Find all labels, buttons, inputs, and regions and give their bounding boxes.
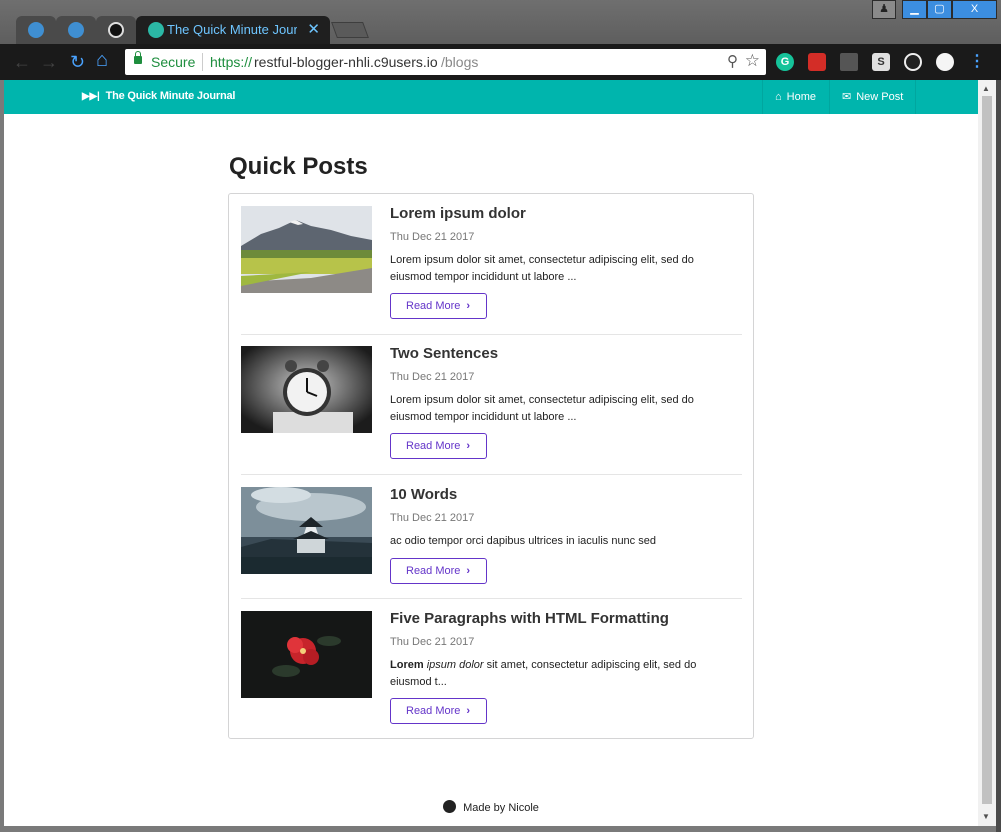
new-tab-button[interactable]: [331, 22, 369, 38]
read-more-label: Read More: [406, 705, 461, 717]
forward-icon[interactable]: →: [40, 52, 58, 72]
cloud-icon: [28, 22, 44, 38]
chevron-right-icon: ›: [466, 565, 470, 577]
url-path: /blogs: [441, 54, 479, 70]
summary-italic-text: ipsum dolor: [426, 659, 484, 671]
address-bar[interactable]: Secure https:// restful-blogger-nhli.c9u…: [125, 49, 766, 75]
s-extension-icon[interactable]: S: [872, 53, 890, 71]
tab-active[interactable]: The Quick Minute Journal ✕: [136, 16, 330, 44]
footer-text: Made by Nicole: [463, 802, 539, 814]
user-profile-icon[interactable]: ♟: [872, 0, 896, 19]
japanese-castle-photo: [241, 487, 372, 574]
page-title: Quick Posts: [229, 153, 368, 180]
read-more-label: Read More: [406, 565, 461, 577]
read-more-button[interactable]: Read More ›: [390, 698, 487, 724]
chevron-right-icon: ›: [466, 705, 470, 717]
post-title[interactable]: Five Paragraphs with HTML Formatting: [390, 610, 669, 627]
post-date: Thu Dec 21 2017: [390, 636, 475, 648]
post-summary: Lorem ipsum dolor sit amet, consectetur …: [390, 657, 730, 691]
post-title[interactable]: 10 Words: [390, 486, 457, 503]
back-icon[interactable]: ←: [13, 52, 31, 72]
maximize-button[interactable]: ▢: [927, 0, 952, 19]
close-window-button[interactable]: X: [952, 0, 997, 19]
home-nav-icon: ⌂: [775, 91, 782, 103]
nav-home[interactable]: ⌂ Home: [762, 80, 828, 114]
read-more-button[interactable]: Read More ›: [390, 558, 487, 584]
read-more-label: Read More: [406, 300, 461, 312]
circle-extension-icon[interactable]: [936, 53, 954, 71]
grammarly-icon[interactable]: G: [776, 53, 794, 71]
browser-titlebar: The Quick Minute Journal ✕ ♟ ▁ ▢ X: [0, 0, 1001, 44]
shield-extension-icon[interactable]: [904, 53, 922, 71]
post-date: Thu Dec 21 2017: [390, 512, 475, 524]
envelope-icon: ✉: [842, 91, 852, 103]
lock-icon: [134, 51, 142, 64]
scroll-up-icon[interactable]: ▲: [982, 84, 990, 93]
scroll-down-icon[interactable]: ▼: [982, 812, 990, 821]
red-flower-photo: [241, 611, 372, 698]
mountain-landscape-photo: [241, 206, 372, 293]
nav-new-post-label: New Post: [856, 91, 904, 103]
read-more-button[interactable]: Read More ›: [390, 433, 487, 459]
bookmark-star-icon[interactable]: ☆: [745, 51, 760, 71]
page-scrollbar[interactable]: ▲ ▼: [978, 80, 996, 826]
chevron-right-icon: ›: [466, 300, 470, 312]
web-page: ▶▶| The Quick Minute Journal ⌂ Home ✉ New P…: [4, 80, 978, 826]
fast-forward-icon: ▶▶|: [82, 91, 100, 102]
url-host: restful-blogger-nhli.c9users.io: [254, 54, 438, 70]
window-edge: [996, 80, 1001, 832]
address-separator: [202, 53, 203, 71]
japanese-castle-image: [241, 487, 372, 574]
mountain-landscape-image: [241, 206, 372, 293]
mail-icon[interactable]: [840, 53, 858, 71]
post-summary: Lorem ipsum dolor sit amet, consectetur …: [390, 394, 694, 423]
lastpass-icon[interactable]: [808, 53, 826, 71]
post-title[interactable]: Two Sentences: [390, 345, 498, 362]
github-icon: [108, 22, 124, 38]
tab-title: The Quick Minute Journal: [167, 22, 297, 37]
home-icon[interactable]: ⌂: [96, 50, 108, 70]
page-footer: Made by Nicole: [4, 800, 978, 814]
minimize-button[interactable]: ▁: [902, 0, 927, 19]
url-protocol: https://: [210, 54, 253, 70]
menu-icon[interactable]: ⋮: [968, 53, 986, 71]
red-flower-image: [241, 611, 372, 698]
divider: [241, 474, 742, 475]
zoom-icon[interactable]: ⚲: [727, 52, 738, 70]
scrollbar-thumb[interactable]: [982, 96, 992, 804]
nav-home-label: Home: [786, 91, 816, 103]
read-more-button[interactable]: Read More ›: [390, 293, 487, 319]
github-icon[interactable]: [443, 800, 457, 813]
chevron-right-icon: ›: [466, 440, 470, 452]
post-date: Thu Dec 21 2017: [390, 371, 475, 383]
post-summary: Lorem ipsum dolor sit amet, consectetur …: [390, 254, 694, 283]
brand-label: The Quick Minute Journal: [105, 90, 236, 102]
divider: [241, 334, 742, 335]
cloud-icon: [68, 22, 84, 38]
post-date: Thu Dec 21 2017: [390, 231, 475, 243]
site-navbar: ▶▶| The Quick Minute Journal ⌂ Home ✉ New P…: [4, 80, 978, 114]
alarm-clock-photo: [241, 346, 372, 433]
secure-label: Secure: [151, 54, 196, 70]
site-brand[interactable]: ▶▶| The Quick Minute Journal: [82, 90, 235, 102]
alarm-clock-image: [241, 346, 372, 433]
tab-cloud-2[interactable]: [56, 16, 96, 44]
post-summary: ac odio tempor orci dapibus ultrices in …: [390, 535, 656, 547]
tab-close-icon[interactable]: ✕: [307, 20, 320, 38]
reload-icon[interactable]: ↻: [70, 52, 85, 72]
site-favicon-icon: [148, 22, 164, 38]
nav-new-post[interactable]: ✉ New Post: [829, 80, 917, 114]
posts-list: Lorem ipsum dolor Thu Dec 21 2017 Lorem …: [228, 193, 754, 739]
divider: [241, 598, 742, 599]
tab-cloud-1[interactable]: [16, 16, 56, 44]
tab-github[interactable]: [96, 16, 136, 44]
post-title[interactable]: Lorem ipsum dolor: [390, 205, 526, 222]
read-more-label: Read More: [406, 440, 461, 452]
summary-bold-text: Lorem: [390, 659, 424, 671]
